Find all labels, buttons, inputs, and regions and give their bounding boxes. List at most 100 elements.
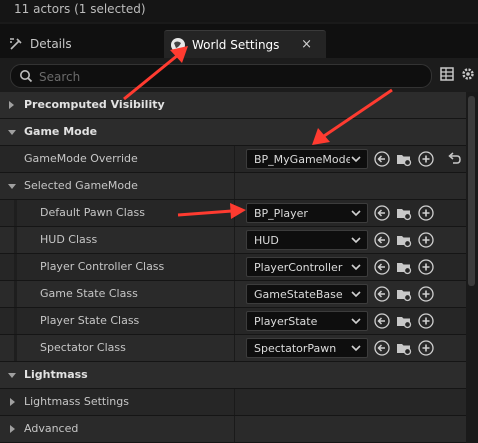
chevron-down-icon xyxy=(351,264,361,271)
browse-folder-icon[interactable] xyxy=(396,340,412,356)
close-tab-icon[interactable]: × xyxy=(301,37,312,52)
add-new-icon[interactable] xyxy=(418,205,434,221)
category-game-mode[interactable]: Game Mode xyxy=(0,119,466,146)
indent-guide xyxy=(14,200,17,226)
tab-bar: Details World Settings × xyxy=(0,24,478,59)
property-row: Player State Class PlayerState xyxy=(0,308,466,335)
group-label: Advanced xyxy=(24,422,79,435)
column-divider xyxy=(234,308,235,334)
property-row: Spectator Class SpectatorPawn xyxy=(0,335,466,362)
tab-world-settings-label: World Settings xyxy=(192,38,280,52)
property-row: Game State Class GameStateBase xyxy=(0,281,466,308)
column-divider xyxy=(234,146,235,172)
actor-count-text: 11 actors (1 selected) xyxy=(14,2,146,16)
use-selected-icon[interactable] xyxy=(374,259,390,275)
expand-arrow-icon xyxy=(10,398,15,406)
column-divider xyxy=(234,173,235,199)
class-picker-combo[interactable]: BP_Player xyxy=(246,203,368,223)
column-divider xyxy=(234,227,235,253)
reset-to-default-icon[interactable] xyxy=(446,151,462,167)
property-label: Default Pawn Class xyxy=(40,206,145,219)
property-row: HUD Class HUD xyxy=(0,227,466,254)
category-precomputed-visibility[interactable]: Precomputed Visibility xyxy=(0,92,466,119)
search-icon xyxy=(20,70,33,83)
group-advanced[interactable]: Advanced xyxy=(0,416,466,443)
class-picker-combo[interactable]: PlayerState xyxy=(246,311,368,331)
group-label: Selected GameMode xyxy=(24,179,138,192)
tab-details[interactable]: Details xyxy=(6,30,156,58)
category-label: Lightmass xyxy=(24,368,88,381)
property-label: Player Controller Class xyxy=(40,260,165,273)
browse-folder-icon[interactable] xyxy=(396,259,412,275)
category-lightmass[interactable]: Lightmass xyxy=(0,362,466,389)
property-row: Default Pawn Class BP_Player xyxy=(0,200,466,227)
class-picker-combo[interactable]: GameStateBase xyxy=(246,284,368,304)
category-label: Precomputed Visibility xyxy=(24,98,165,111)
settings-gear-icon[interactable] xyxy=(460,66,476,82)
combo-value: PlayerState xyxy=(254,315,318,328)
scrollbar-thumb[interactable] xyxy=(468,96,475,286)
gamemode-override-combo[interactable]: BP_MyGameMode xyxy=(246,149,368,169)
collapse-arrow-icon xyxy=(8,130,16,135)
search-input[interactable] xyxy=(37,67,421,87)
class-picker-combo[interactable]: PlayerController xyxy=(246,257,368,277)
use-selected-icon[interactable] xyxy=(374,205,390,221)
browse-folder-icon[interactable] xyxy=(396,232,412,248)
class-picker-combo[interactable]: HUD xyxy=(246,230,368,250)
browse-folder-icon[interactable] xyxy=(396,313,412,329)
expand-arrow-icon xyxy=(9,101,14,109)
chevron-down-icon xyxy=(351,237,361,244)
indent-guide xyxy=(14,308,17,334)
category-label: Game Mode xyxy=(24,125,98,138)
add-new-icon[interactable] xyxy=(418,232,434,248)
browse-folder-icon[interactable] xyxy=(396,151,412,167)
table-view-icon[interactable] xyxy=(440,67,454,81)
combo-value: PlayerController xyxy=(254,261,343,274)
chevron-down-icon xyxy=(351,318,361,325)
group-label: Lightmass Settings xyxy=(24,395,129,408)
chevron-down-icon xyxy=(351,291,361,298)
add-new-icon[interactable] xyxy=(418,313,434,329)
combo-value: GameStateBase xyxy=(254,288,343,301)
group-selected-gamemode[interactable]: Selected GameMode xyxy=(0,173,466,200)
expand-arrow-icon xyxy=(10,425,15,433)
use-selected-icon[interactable] xyxy=(374,286,390,302)
property-label: Player State Class xyxy=(40,314,140,327)
add-new-icon[interactable] xyxy=(418,259,434,275)
combo-value: HUD xyxy=(254,234,279,247)
search-field[interactable] xyxy=(10,64,432,88)
column-divider xyxy=(234,254,235,280)
property-row-gamemode-override: GameMode Override BP_MyGameMode xyxy=(0,146,466,173)
chevron-down-icon xyxy=(351,345,361,352)
use-selected-icon[interactable] xyxy=(374,313,390,329)
use-selected-icon[interactable] xyxy=(374,340,390,356)
indent-guide xyxy=(14,254,17,280)
browse-folder-icon[interactable] xyxy=(396,205,412,221)
use-selected-icon[interactable] xyxy=(374,232,390,248)
collapse-arrow-icon xyxy=(8,184,16,189)
indent-guide xyxy=(14,227,17,253)
world-settings-panel: Precomputed Visibility Game Mode GameMod… xyxy=(0,92,466,443)
tab-details-label: Details xyxy=(30,37,72,51)
property-row: Player Controller Class PlayerController xyxy=(0,254,466,281)
tab-world-settings[interactable]: World Settings × xyxy=(164,30,326,59)
combo-value: SpectatorPawn xyxy=(254,342,337,355)
chevron-down-icon xyxy=(351,156,361,163)
class-picker-combo[interactable]: SpectatorPawn xyxy=(246,338,368,358)
indent-guide xyxy=(14,335,17,361)
group-lightmass-settings[interactable]: Lightmass Settings xyxy=(0,389,466,416)
column-divider xyxy=(234,281,235,307)
column-divider xyxy=(234,335,235,361)
browse-folder-icon[interactable] xyxy=(396,286,412,302)
add-new-icon[interactable] xyxy=(418,151,434,167)
combo-value: BP_MyGameMode xyxy=(254,153,350,166)
property-label: Game State Class xyxy=(40,287,138,300)
use-selected-icon[interactable] xyxy=(374,151,390,167)
add-new-icon[interactable] xyxy=(418,340,434,356)
add-new-icon[interactable] xyxy=(418,286,434,302)
property-label: HUD Class xyxy=(40,233,98,246)
world-icon xyxy=(171,38,185,52)
column-divider xyxy=(234,416,235,442)
details-icon xyxy=(10,38,22,50)
combo-value: BP_Player xyxy=(254,207,308,220)
